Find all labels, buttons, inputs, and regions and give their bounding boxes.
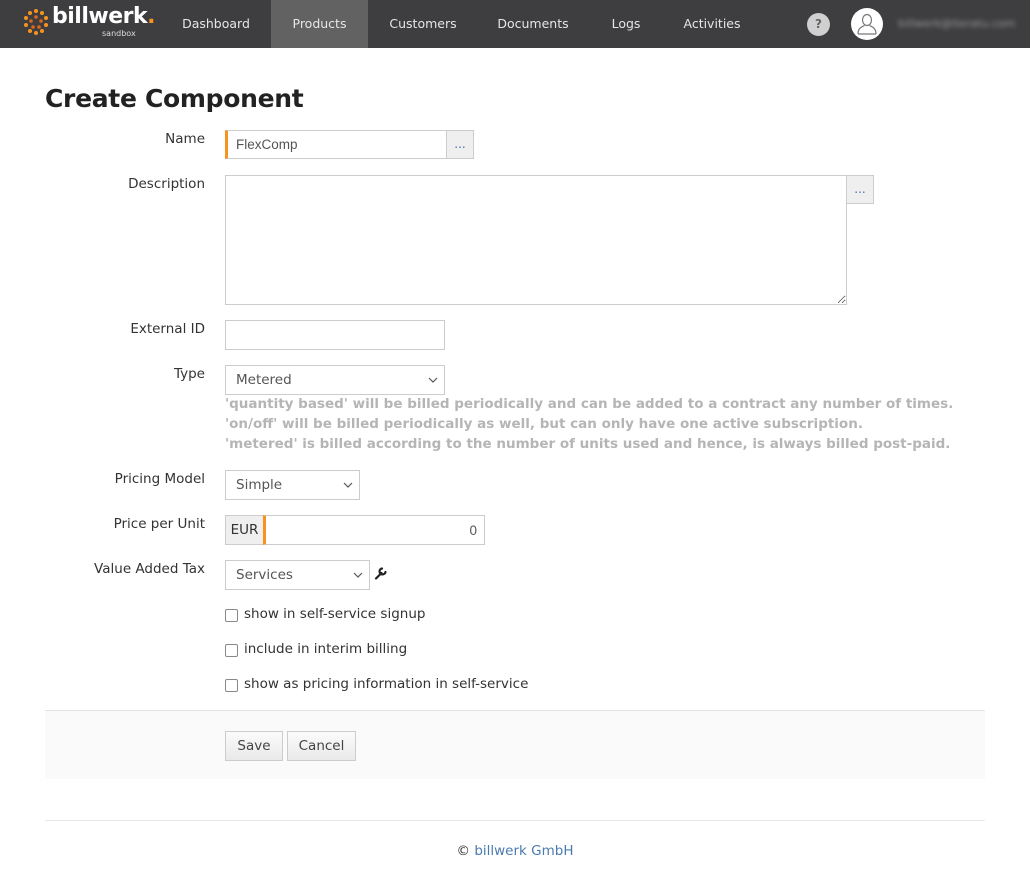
type-label: Type (173, 366, 205, 382)
price-per-unit-input[interactable] (263, 515, 485, 545)
type-hint-onoff: 'on/off' will be billed periodically as … (225, 416, 863, 432)
chevron-down-icon (428, 377, 438, 383)
nav-customers[interactable]: Customers (378, 0, 468, 48)
external-id-input[interactable] (225, 320, 445, 350)
company-link[interactable]: billwerk GmbH (474, 843, 573, 859)
nav-activities[interactable]: Activities (676, 0, 748, 48)
type-hint-quantity: 'quantity based' will be billed periodic… (225, 396, 954, 412)
description-label: Description (128, 176, 205, 192)
checkbox-label: show as pricing information in self-serv… (244, 676, 529, 692)
chevron-down-icon (343, 482, 353, 488)
page-title: Create Component (45, 84, 304, 113)
user-silhouette-icon (857, 13, 877, 35)
form-actions-bar: Save Cancel (45, 710, 985, 779)
description-translate-button[interactable]: ... (846, 175, 874, 204)
name-label: Name (165, 131, 205, 147)
checkbox[interactable] (225, 609, 238, 622)
user-avatar[interactable] (851, 8, 883, 40)
page-footer: © billwerk GmbH (45, 820, 985, 859)
user-email[interactable]: billwerk@iteratu.com (898, 17, 1015, 30)
name-input[interactable] (225, 130, 447, 159)
checkbox-label: show in self-service signup (244, 606, 426, 622)
checkbox[interactable] (225, 644, 238, 657)
copyright-symbol: © (456, 843, 471, 859)
chevron-down-icon (353, 572, 363, 578)
wrench-icon[interactable] (374, 566, 388, 580)
type-select[interactable]: Metered (225, 365, 445, 395)
checkbox[interactable] (225, 679, 238, 692)
environment-label: sandbox (102, 29, 136, 38)
logo-sunburst-icon (24, 9, 48, 35)
pricing-model-selected-value: Simple (236, 477, 283, 493)
nav-products[interactable]: Products (271, 0, 368, 48)
pricing-model-select[interactable]: Simple (225, 470, 360, 500)
currency-addon: EUR (225, 515, 263, 545)
help-icon[interactable]: ? (807, 13, 830, 36)
name-translate-button[interactable]: ... (446, 130, 474, 159)
description-textarea[interactable] (225, 175, 847, 305)
external-id-label: External ID (130, 321, 205, 337)
nav-documents[interactable]: Documents (488, 0, 578, 48)
save-button[interactable]: Save (225, 731, 283, 761)
nav-dashboard[interactable]: Dashboard (170, 0, 262, 48)
top-navigation-bar: billwerk. sandbox Dashboard Products Cus… (0, 0, 1030, 48)
logo-wordmark: billwerk. (52, 4, 155, 29)
checkbox-label: include in interim billing (244, 641, 408, 657)
vat-selected-value: Services (236, 567, 293, 583)
billwerk-logo[interactable]: billwerk. sandbox (22, 4, 155, 42)
price-per-unit-label: Price per Unit (113, 516, 205, 532)
vat-label: Value Added Tax (94, 561, 205, 577)
vat-select[interactable]: Services (225, 560, 370, 590)
cancel-button[interactable]: Cancel (287, 731, 356, 761)
pricing-model-label: Pricing Model (114, 471, 205, 487)
nav-logs[interactable]: Logs (600, 0, 652, 48)
type-hint-metered: 'metered' is billed according to the num… (225, 436, 951, 452)
type-selected-value: Metered (236, 372, 292, 388)
